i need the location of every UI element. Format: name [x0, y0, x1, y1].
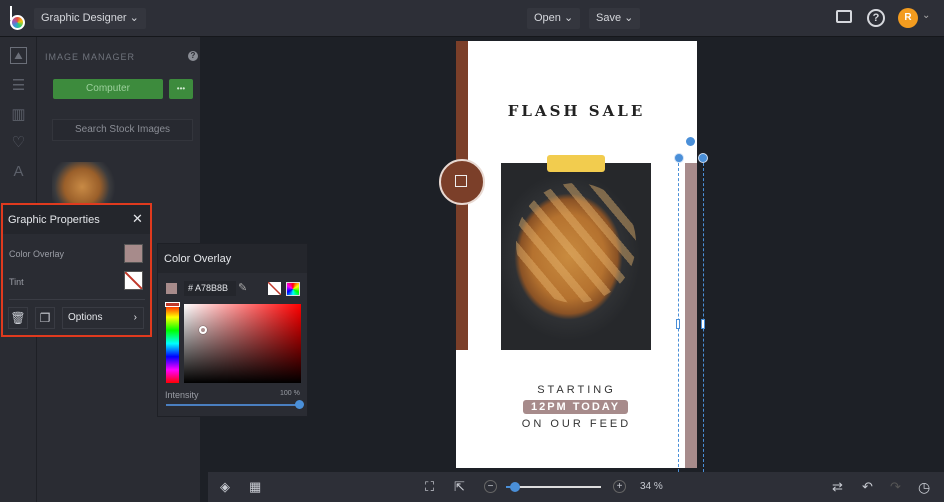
- close-icon[interactable]: ✕: [132, 211, 143, 227]
- computer-upload-button[interactable]: Computer: [53, 79, 163, 99]
- undo-icon[interactable]: ↶: [862, 479, 873, 495]
- app-title-dropdown[interactable]: Graphic Designer ⌄: [34, 8, 146, 29]
- top-bar: Graphic Designer ⌄ Open ⌄ Save ⌄ ? R ⌄: [0, 0, 944, 37]
- comment-icon[interactable]: [836, 10, 852, 23]
- color-palette-button[interactable]: [286, 282, 300, 296]
- resize-handle-left[interactable]: [676, 319, 680, 329]
- resize-handle-right[interactable]: [701, 319, 705, 329]
- hex-prefix: #: [188, 283, 194, 293]
- divider: [9, 299, 145, 300]
- color-overlay-popup: Color Overlay # A78B8B ✎ Intensity 100 %: [157, 243, 308, 417]
- text-icon[interactable]: A: [10, 163, 27, 180]
- starting-text[interactable]: STARTING: [456, 384, 697, 396]
- current-color-swatch: [166, 283, 177, 294]
- selection-left-guide: [678, 158, 679, 472]
- image-icon[interactable]: ⛰: [10, 47, 27, 64]
- intensity-value: 100 %: [280, 390, 300, 397]
- bottom-toolbar: ◈ ▦ ⛶ ⇱ − + 34 % ⇄ ↶ ↷ ◷: [208, 472, 944, 502]
- search-stock-images-button[interactable]: Search Stock Images: [52, 119, 193, 141]
- graphic-properties-title: Graphic Properties: [8, 214, 100, 226]
- hex-value: A78B8B: [195, 283, 229, 293]
- brown-circle-shape[interactable]: [439, 159, 485, 205]
- panel-title: IMAGE MANAGER: [45, 52, 136, 62]
- eyedropper-icon[interactable]: ✎: [238, 281, 247, 294]
- headline-text[interactable]: FLASH SALE: [456, 102, 697, 120]
- mauve-bar-shape-selected[interactable]: [685, 163, 697, 468]
- swap-icon[interactable]: ⇄: [832, 479, 843, 495]
- rotate-handle[interactable]: [686, 137, 695, 146]
- tint-label: Tint: [9, 277, 24, 287]
- color-picker-handle[interactable]: [199, 326, 207, 334]
- time-highlight[interactable]: 12PM TODAY: [523, 400, 628, 414]
- yellow-tape-shape[interactable]: [547, 155, 605, 172]
- history-icon[interactable]: ◷: [918, 479, 930, 496]
- graphic-properties-panel: Graphic Properties ✕ Color Overlay Tint …: [1, 203, 152, 337]
- tint-swatch[interactable]: [124, 271, 143, 290]
- hue-slider[interactable]: [165, 302, 180, 383]
- zoom-in-icon[interactable]: +: [613, 480, 626, 493]
- more-options-button[interactable]: •••: [169, 79, 193, 99]
- square-icon: [455, 175, 467, 187]
- color-overlay-title: Color Overlay: [164, 253, 232, 265]
- image-thumbnail[interactable]: [52, 162, 119, 207]
- avatar-chevron-icon[interactable]: ⌄: [922, 10, 930, 21]
- canvas-area: FLASH SALE STARTING 12PM TODAY ON OUR FE…: [208, 37, 944, 472]
- options-button[interactable]: Options ›: [62, 307, 144, 329]
- color-overlay-swatch[interactable]: [124, 244, 143, 263]
- app-title: Graphic Designer: [41, 12, 127, 24]
- save-label: Save: [596, 12, 622, 24]
- duplicate-icon[interactable]: ❐: [35, 307, 55, 329]
- chevron-right-icon: ›: [133, 312, 137, 323]
- redo-icon[interactable]: ↷: [890, 479, 901, 495]
- expand-icon[interactable]: ⇱: [454, 479, 465, 495]
- intensity-slider-thumb[interactable]: [295, 400, 304, 409]
- avatar[interactable]: R: [898, 8, 918, 28]
- intensity-slider[interactable]: [166, 400, 304, 409]
- resize-handle-top-right[interactable]: [698, 153, 708, 163]
- open-label: Open: [534, 12, 561, 24]
- design-page[interactable]: FLASH SALE STARTING 12PM TODAY ON OUR FE…: [456, 41, 697, 468]
- saturation-brightness-picker[interactable]: [184, 304, 301, 383]
- zoom-level: 34 %: [640, 481, 663, 492]
- zoom-out-icon[interactable]: −: [484, 480, 497, 493]
- selection-right-guide: [703, 158, 704, 472]
- resize-handle-top-left[interactable]: [674, 153, 684, 163]
- zoom-slider-thumb[interactable]: [510, 482, 520, 492]
- help-icon[interactable]: ?: [867, 9, 885, 27]
- zoom-slider[interactable]: [506, 482, 601, 492]
- delete-icon[interactable]: 🗑: [8, 307, 28, 329]
- layout-icon[interactable]: ▥: [10, 106, 27, 123]
- help-icon[interactable]: ?: [188, 51, 198, 61]
- heart-icon[interactable]: ♡: [10, 134, 27, 151]
- open-button[interactable]: Open ⌄: [527, 8, 581, 29]
- color-overlay-label: Color Overlay: [9, 249, 65, 259]
- hex-input[interactable]: # A78B8B: [184, 281, 236, 296]
- pie-photo[interactable]: [501, 163, 651, 350]
- fit-screen-icon[interactable]: ⛶: [425, 479, 434, 495]
- chevron-down-icon: ⌄: [129, 12, 139, 24]
- hue-slider-thumb[interactable]: [165, 302, 180, 307]
- no-color-button[interactable]: [268, 282, 281, 295]
- adjust-icon[interactable]: ☰: [10, 77, 27, 94]
- intensity-label: Intensity: [165, 390, 199, 400]
- options-label: Options: [68, 312, 103, 323]
- template-icon[interactable]: ▦: [249, 479, 261, 495]
- feed-text[interactable]: ON OUR FEED: [456, 418, 697, 430]
- layers-icon[interactable]: ◈: [220, 479, 230, 495]
- app-logo[interactable]: [9, 6, 29, 30]
- save-button[interactable]: Save ⌄: [589, 8, 641, 29]
